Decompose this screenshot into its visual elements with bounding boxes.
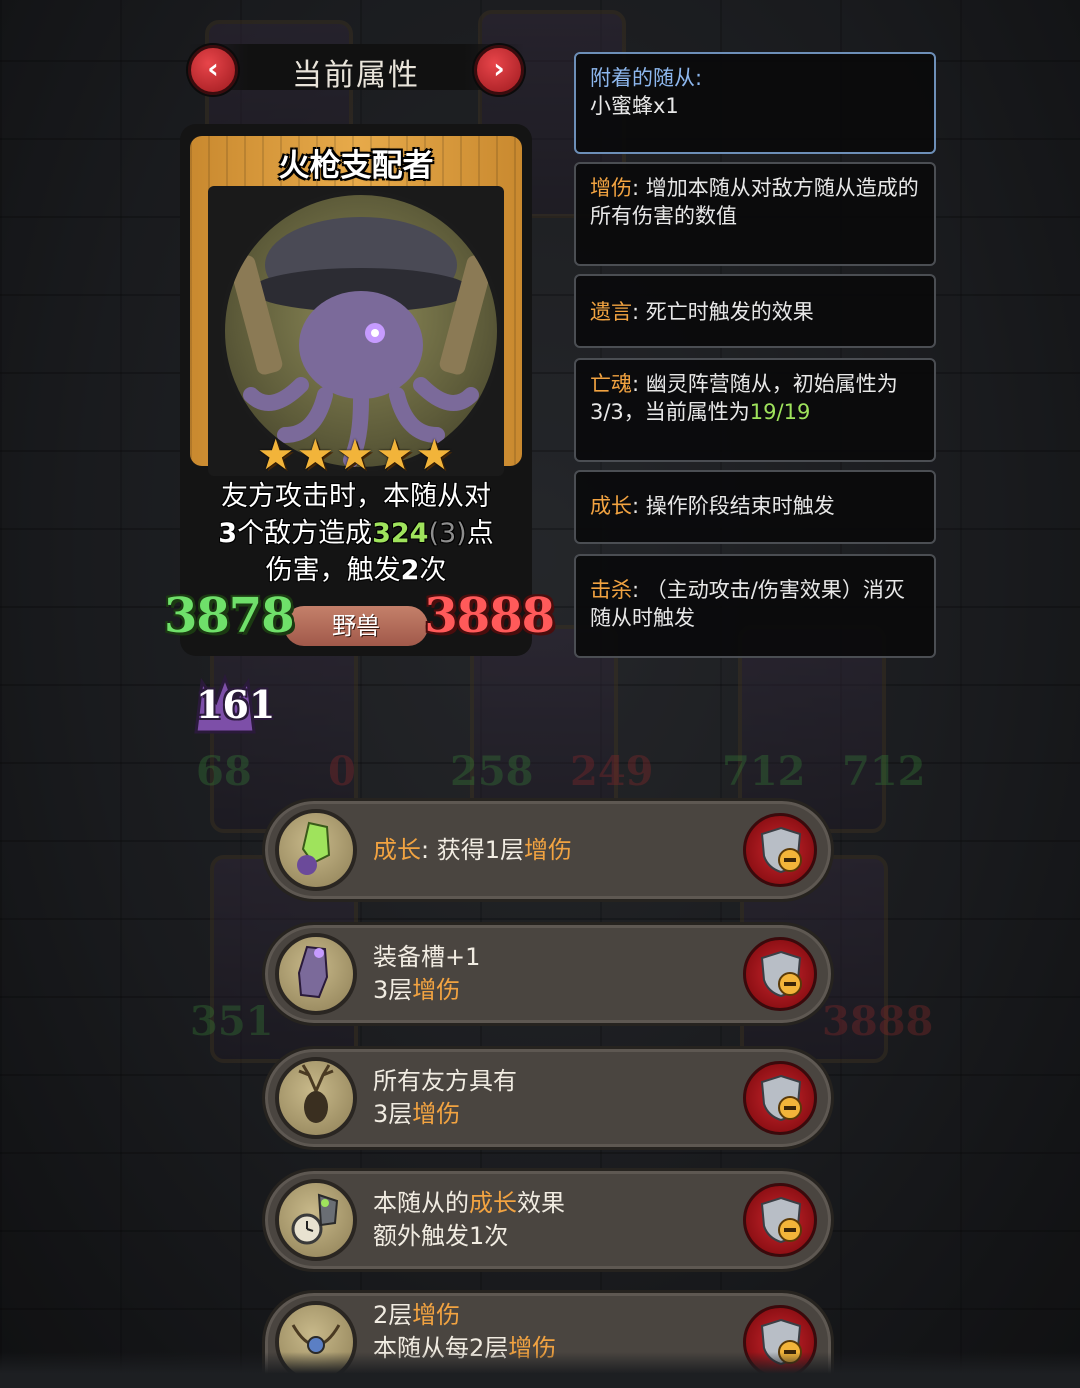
effect-desc: : 获得1层 bbox=[421, 835, 524, 864]
effect-keyword: 增伤 bbox=[412, 976, 461, 1004]
gauntlet-icon bbox=[275, 933, 357, 1015]
desc-line-3: 伤害，触发2次 bbox=[202, 552, 510, 589]
effect-keyword: 成长 bbox=[469, 1189, 517, 1217]
minion-name: 火枪支配者 bbox=[278, 148, 434, 184]
target-count: 3 bbox=[218, 518, 238, 549]
effect-desc: 3层 bbox=[373, 976, 413, 1004]
effect-desc: 所有友方具有 bbox=[373, 1067, 517, 1095]
tribe-badge: 野兽 bbox=[284, 606, 428, 646]
desc-line-1: 友方攻击时，本随从对 bbox=[221, 481, 491, 512]
current-stats: 19/19 bbox=[749, 400, 811, 424]
effect-desc: 效果 bbox=[517, 1189, 565, 1217]
keyword-panel-deathrattle: 遗言: 死亡时触发的效果 bbox=[574, 274, 936, 348]
effect-row[interactable]: 成长: 获得1层增伤 bbox=[262, 798, 834, 902]
remove-effect-button[interactable] bbox=[743, 1183, 817, 1257]
desc-text: 次 bbox=[419, 555, 447, 586]
next-arrow-button[interactable]: › bbox=[474, 45, 524, 95]
effect-desc: 3层 bbox=[373, 1100, 413, 1128]
effect-text: 装备槽+1 3层增伤 bbox=[373, 925, 480, 1023]
keyword: 增伤 bbox=[590, 176, 632, 200]
minion-card: 火枪支配者 ★★★★★ 友方攻击时，本随从对 3个敌方造成324(3)点 伤害，… bbox=[164, 124, 555, 656]
trigger-count: 2 bbox=[400, 555, 420, 586]
effect-text: 本随从的成长效果 额外触发1次 bbox=[373, 1171, 565, 1269]
scroll-fade bbox=[0, 1352, 1080, 1388]
effect-row[interactable]: 装备槽+1 3层增伤 bbox=[262, 922, 834, 1026]
attached-title: 附着的随从: bbox=[590, 66, 703, 90]
attached-value: 小蜜蜂x1 bbox=[590, 94, 679, 118]
effect-keyword: 成长 bbox=[373, 835, 421, 864]
base-damage: (3) bbox=[428, 518, 467, 549]
shield-minus-icon bbox=[760, 1196, 802, 1244]
keyword-desc: : 幽灵阵营随从，初始属性为3/3，当前属性为 bbox=[590, 372, 898, 424]
keyword-panel-ghost: 亡魂: 幽灵阵营随从，初始属性为3/3，当前属性为19/19 bbox=[574, 358, 936, 462]
title-bar: ‹ 当前属性 › bbox=[188, 44, 524, 95]
remove-effect-button[interactable] bbox=[743, 1061, 817, 1135]
keyword-desc: : 增加本随从对敌方随从造成的所有伤害的数值 bbox=[590, 176, 919, 228]
effect-desc: 额外触发1次 bbox=[373, 1222, 509, 1250]
shield-minus-icon bbox=[760, 950, 802, 998]
octopus-pirate-icon bbox=[229, 217, 493, 467]
effect-keyword: 增伤 bbox=[523, 835, 572, 864]
effect-text: 所有友方具有 3层增伤 bbox=[373, 1049, 517, 1147]
desc-text: 点 bbox=[466, 518, 494, 549]
green-crystal-icon bbox=[275, 809, 357, 891]
desc-line-2: 3个敌方造成324(3)点 bbox=[202, 515, 510, 552]
keyword-desc: : 死亡时触发的效果 bbox=[632, 300, 814, 324]
effect-keyword: 增伤 bbox=[412, 1301, 461, 1329]
remove-effect-button[interactable] bbox=[743, 813, 817, 887]
level-number: 161 bbox=[196, 682, 276, 727]
keyword: 遗言 bbox=[590, 300, 632, 324]
effect-desc: 装备槽+1 bbox=[373, 943, 481, 971]
minion-description: 友方攻击时，本随从对 3个敌方造成324(3)点 伤害，触发2次 bbox=[202, 478, 510, 589]
pocket-watch-fist-icon bbox=[275, 1179, 357, 1261]
chevron-right-icon: › bbox=[493, 52, 505, 85]
desc-text: 伤害，触发 bbox=[265, 555, 401, 586]
attack-value: 3878 bbox=[164, 588, 295, 644]
antler-skull-icon bbox=[275, 1057, 357, 1139]
effect-row[interactable]: 本随从的成长效果 额外触发1次 bbox=[262, 1168, 834, 1272]
keyword: 击杀 bbox=[590, 578, 632, 602]
attached-minion-panel: 附着的随从: 小蜜蜂x1 bbox=[574, 52, 936, 154]
health-value: 3888 bbox=[424, 588, 555, 644]
star-rating: ★★★★★ bbox=[256, 430, 456, 479]
effect-row[interactable]: 所有友方具有 3层增伤 bbox=[262, 1046, 834, 1150]
damage-value: 324 bbox=[372, 518, 429, 549]
effect-text: 成长: 获得1层增伤 bbox=[373, 801, 572, 899]
keyword-panel-kill: 击杀: （主动攻击/伤害效果）消灭随从时触发 bbox=[574, 554, 936, 658]
keyword-desc: : 操作阶段结束时触发 bbox=[632, 494, 835, 518]
keyword: 亡魂 bbox=[590, 372, 632, 396]
desc-text: 个敌方造成 bbox=[237, 518, 373, 549]
effect-desc: 本随从的 bbox=[373, 1189, 469, 1217]
shield-minus-icon bbox=[760, 1074, 802, 1122]
effect-desc: 2层 bbox=[373, 1301, 413, 1329]
keyword-panel-growth: 成长: 操作阶段结束时触发 bbox=[574, 470, 936, 544]
shield-minus-icon bbox=[760, 826, 802, 874]
remove-effect-button[interactable] bbox=[743, 937, 817, 1011]
keyword-panel-damage-boost: 增伤: 增加本随从对敌方随从造成的所有伤害的数值 bbox=[574, 162, 936, 266]
keyword-desc: : （主动攻击/伤害效果）消灭随从时触发 bbox=[590, 578, 905, 630]
effect-keyword: 增伤 bbox=[412, 1100, 461, 1128]
keyword: 成长 bbox=[590, 494, 632, 518]
